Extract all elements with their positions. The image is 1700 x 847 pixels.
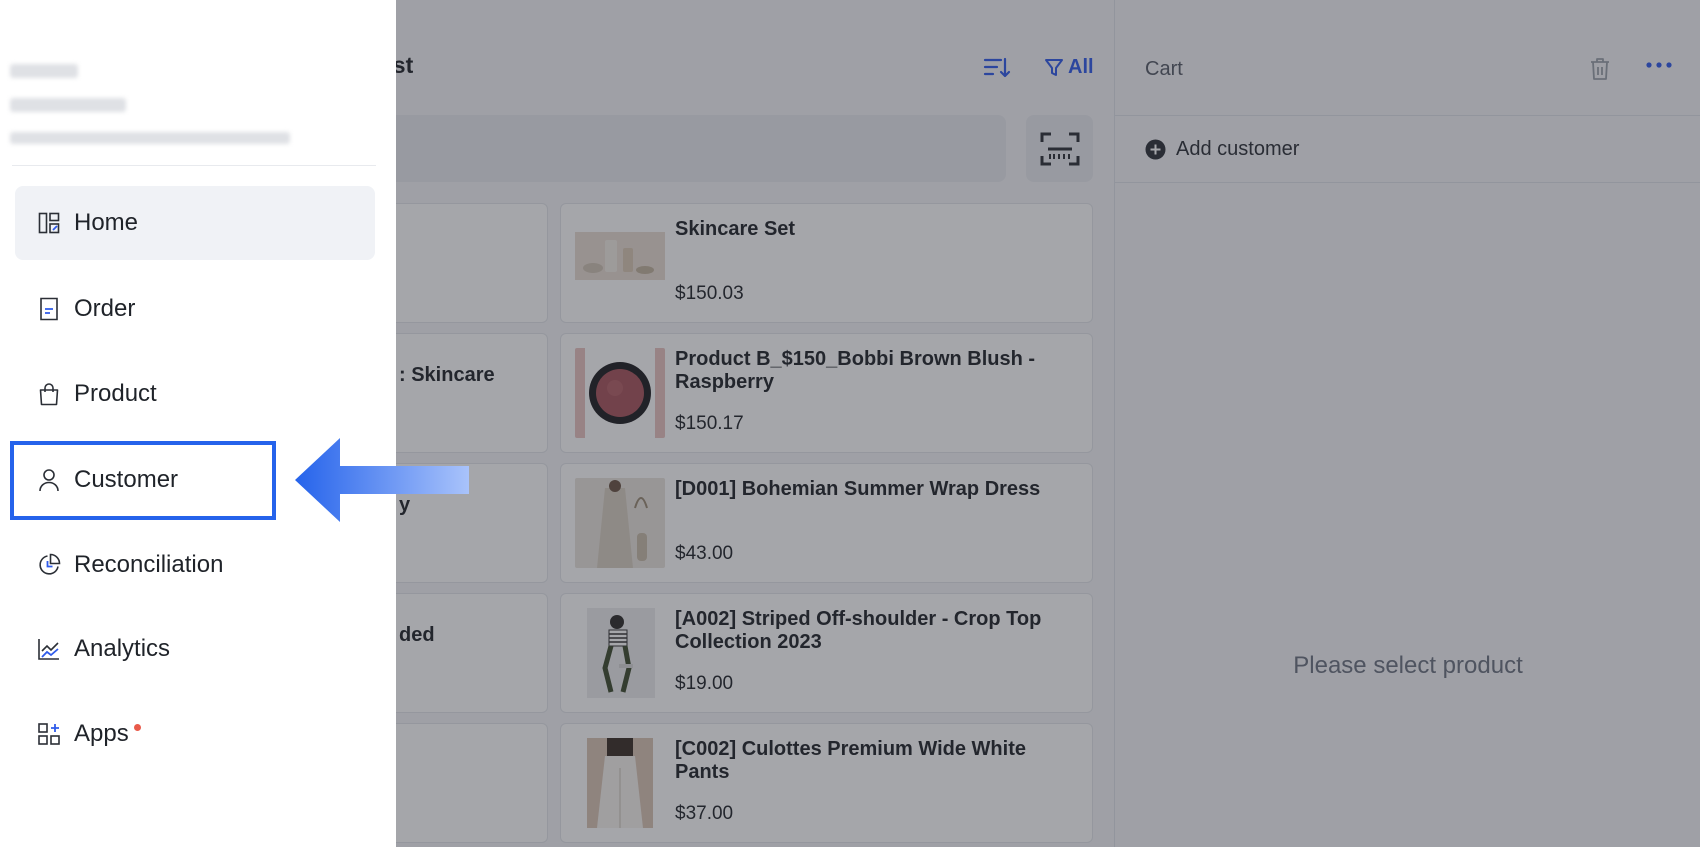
sidebar-item-label: Analytics (74, 635, 171, 662)
sidebar-item-label: Product (74, 380, 157, 407)
trend-chart-icon (37, 637, 61, 661)
sidebar-item-label: Reconciliation (74, 551, 224, 578)
sidebar-item-label: Home (74, 209, 139, 236)
customer-highlight-box (10, 441, 276, 520)
pointer-arrow-icon (295, 438, 469, 522)
sidebar-item-home[interactable]: Home (15, 186, 375, 260)
document-icon (37, 297, 61, 321)
layout-icon (37, 211, 61, 235)
sidebar-item-label: Order (74, 295, 136, 322)
pie-chart-icon (37, 553, 61, 577)
sidebar-item-analytics[interactable]: Analytics (15, 612, 375, 686)
sidebar-item-apps[interactable]: Apps (15, 697, 375, 771)
sidebar-item-order[interactable]: Order (15, 272, 375, 346)
store-info-blurred (10, 58, 300, 158)
notification-dot (133, 723, 141, 731)
sidebar-item-reconciliation[interactable]: Reconciliation (15, 528, 375, 602)
divider (12, 165, 376, 166)
apps-grid-icon (37, 722, 61, 746)
navigation-drawer: Home Order Product Customer Reconciliati… (0, 0, 396, 847)
sidebar-item-product[interactable]: Product (15, 357, 375, 431)
sidebar-item-label: Apps (74, 720, 129, 747)
shopping-bag-icon (37, 382, 61, 406)
